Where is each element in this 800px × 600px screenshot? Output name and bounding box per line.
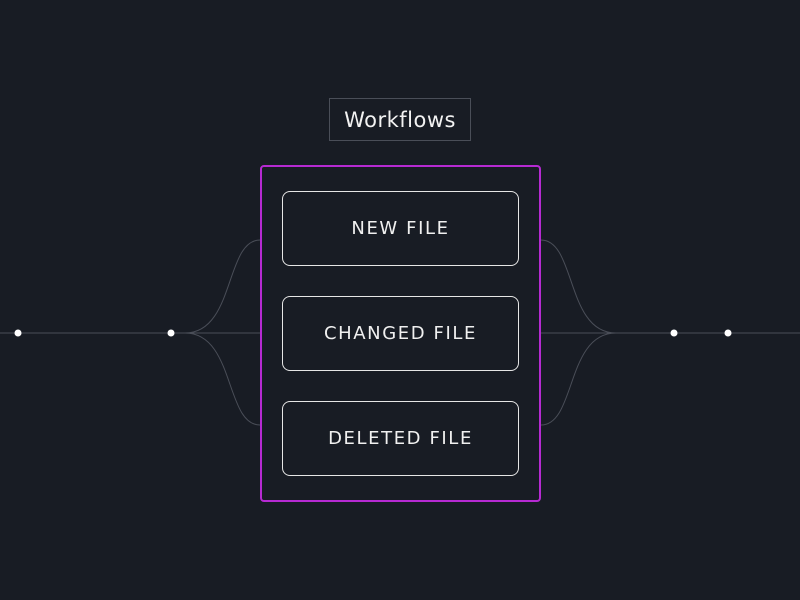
branch-right-top [540,239,617,334]
diagram-title: Workflows [329,98,471,141]
workflow-changed-file[interactable]: CHANGED FILE [282,296,519,371]
node-start [14,329,22,337]
workflow-diagram: Workflows NEW FILE CHANGED FILE DELETED … [0,0,800,600]
node-join [670,329,678,337]
node-split [167,329,175,337]
node-end [724,329,732,337]
branch-left-bottom [184,332,261,426]
workflow-deleted-file[interactable]: DELETED FILE [282,401,519,476]
workflow-new-file[interactable]: NEW FILE [282,191,519,266]
branch-left-top [184,239,261,334]
branch-right-bottom [540,332,617,426]
